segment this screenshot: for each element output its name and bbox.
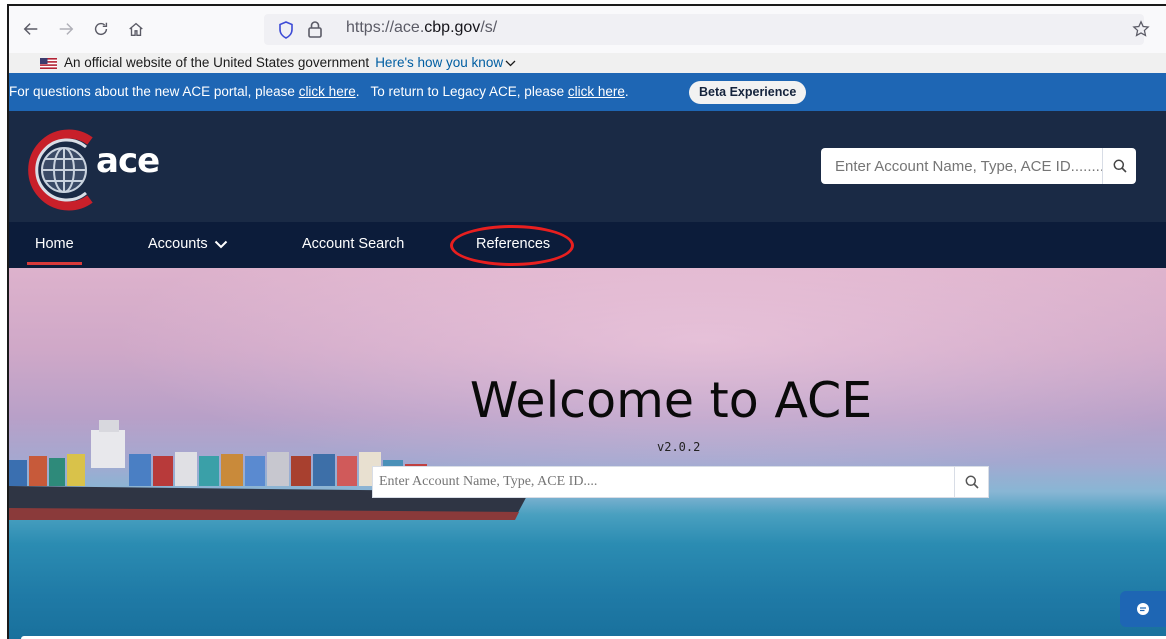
gov-banner-text: An official website of the United States… bbox=[64, 55, 370, 70]
url-domain: cbp.gov bbox=[424, 19, 481, 36]
welcome-title: Welcome to ACE bbox=[469, 372, 873, 429]
hero-search bbox=[372, 466, 989, 498]
chat-icon bbox=[1137, 603, 1149, 615]
site-header: ace bbox=[9, 111, 1166, 222]
hero-banner: Welcome to ACE v2.0.2 bbox=[9, 268, 1166, 639]
nav-home[interactable]: Home bbox=[27, 236, 82, 265]
header-search-input[interactable] bbox=[821, 148, 1102, 184]
ace-logo[interactable]: ace bbox=[28, 127, 188, 212]
heres-how-you-know-link[interactable]: Here's how you know bbox=[375, 55, 516, 70]
nav-accounts[interactable]: Accounts bbox=[148, 236, 228, 252]
url-text[interactable]: https://ace.cbp.gov/s/ bbox=[346, 19, 497, 37]
search-icon bbox=[965, 475, 979, 489]
header-search-button[interactable] bbox=[1102, 148, 1136, 184]
us-flag-icon bbox=[40, 58, 57, 69]
gov-link-label: Here's how you know bbox=[375, 55, 504, 70]
nav-account-search[interactable]: Account Search bbox=[302, 236, 404, 252]
forward-arrow-icon[interactable] bbox=[52, 15, 80, 43]
main-nav: Home Accounts Account Search References bbox=[9, 222, 1166, 268]
nav-accounts-label: Accounts bbox=[148, 236, 208, 252]
shield-icon bbox=[278, 21, 294, 43]
beta-experience-button[interactable]: Beta Experience bbox=[689, 81, 807, 104]
notice-middle: . To return to Legacy ACE, please bbox=[355, 84, 568, 99]
legacy-ace-click-here-link[interactable]: click here bbox=[568, 84, 625, 99]
notice-prefix: For questions about the new ACE portal, … bbox=[9, 84, 299, 99]
browser-window: https://ace.cbp.gov/s/ An official websi… bbox=[7, 4, 1166, 639]
chat-button[interactable] bbox=[1120, 591, 1166, 627]
chevron-down-icon bbox=[505, 60, 516, 67]
hero-search-button[interactable] bbox=[954, 467, 988, 497]
lock-icon bbox=[307, 20, 323, 42]
back-arrow-icon[interactable] bbox=[17, 15, 45, 43]
notice-bar: For questions about the new ACE portal, … bbox=[9, 73, 1166, 111]
hero-search-input[interactable] bbox=[373, 467, 954, 497]
bookmark-star-icon[interactable] bbox=[1127, 15, 1155, 43]
home-icon[interactable] bbox=[122, 15, 150, 43]
header-search bbox=[821, 148, 1136, 184]
browser-toolbar: https://ace.cbp.gov/s/ bbox=[9, 6, 1166, 53]
highlight-circle bbox=[450, 225, 574, 266]
reload-icon[interactable] bbox=[87, 15, 115, 43]
chevron-down-icon bbox=[214, 240, 227, 249]
url-suffix: /s/ bbox=[480, 19, 498, 36]
new-portal-click-here-link[interactable]: click here bbox=[299, 84, 356, 99]
gov-banner: An official website of the United States… bbox=[9, 53, 1166, 73]
version-label: v2.0.2 bbox=[657, 440, 701, 454]
logo-wordmark: ace bbox=[96, 141, 160, 181]
search-icon bbox=[1113, 159, 1127, 173]
url-prefix: https://ace. bbox=[346, 19, 425, 36]
notice-end: . bbox=[624, 84, 629, 99]
